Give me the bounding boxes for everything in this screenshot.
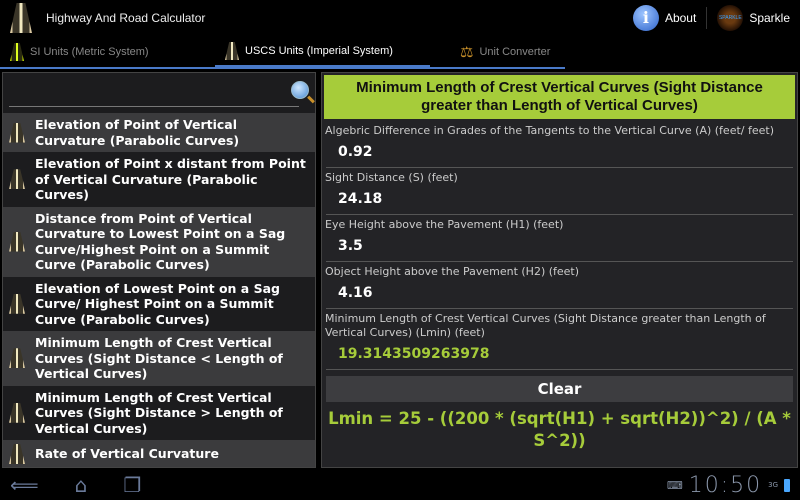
input-a[interactable]: 0.92 xyxy=(326,142,793,168)
road-icon xyxy=(9,348,25,369)
road-icon xyxy=(9,444,25,464)
app-logo-road-icon xyxy=(10,3,32,33)
tab-unit-converter[interactable]: ⚖ Unit Converter xyxy=(430,37,565,67)
calculator-title: Minimum Length of Crest Vertical Curves … xyxy=(324,75,795,119)
road-icon xyxy=(9,231,25,252)
road-icon xyxy=(9,293,25,314)
about-info-icon[interactable]: i xyxy=(632,5,659,31)
field-label-h2: Object Height above the Pavement (H2) (f… xyxy=(325,265,580,278)
list-item[interactable]: Rate of Vertical Curvature xyxy=(3,440,315,467)
divider xyxy=(706,7,708,29)
tab-label: Unit Converter xyxy=(479,46,551,58)
sparkle-logo-icon[interactable]: SPARKLE xyxy=(717,5,744,31)
road-icon xyxy=(9,169,25,190)
tab-bar: SI Units (Metric System) USCS Units (Imp… xyxy=(0,37,565,69)
sparkle-button[interactable]: Sparkle xyxy=(749,11,790,25)
search-icon[interactable] xyxy=(291,81,309,99)
list-item[interactable]: Minimum Length of Crest Vertical Curves … xyxy=(3,386,315,441)
formula-text: Lmin = 25 - ((200 * (sqrt(H1) + sqrt(H2)… xyxy=(328,409,791,450)
input-h2[interactable]: 4.16 xyxy=(326,283,793,309)
road-icon xyxy=(9,122,25,143)
road-icon xyxy=(10,43,24,61)
tab-label: USCS Units (Imperial System) xyxy=(245,45,393,57)
scales-icon: ⚖ xyxy=(460,44,474,61)
field-label-s: Sight Distance (S) (feet) xyxy=(325,171,458,184)
list-item-label: Rate of Vertical Curvature xyxy=(35,446,219,462)
list-item[interactable]: Minimum Length of Crest Vertical Curves … xyxy=(3,331,315,386)
input-h1[interactable]: 3.5 xyxy=(326,236,793,262)
formula-list[interactable]: Elevation of Point of Vertical Curvature… xyxy=(3,113,315,467)
list-item-label: Elevation of Lowest Point on a Sag Curve… xyxy=(35,280,280,327)
result-label: Minimum Length of Crest Vertical Curves … xyxy=(325,312,766,339)
road-icon xyxy=(225,42,239,60)
list-item[interactable]: Distance from Point of Vertical Curvatur… xyxy=(3,206,315,277)
app-title: Highway And Road Calculator xyxy=(46,11,206,25)
list-item-label: Elevation of Point of Vertical Curvature… xyxy=(35,117,240,148)
tab-uscs-units[interactable]: USCS Units (Imperial System) xyxy=(215,37,430,69)
calculator-panel: Minimum Length of Crest Vertical Curves … xyxy=(321,72,798,468)
result-value[interactable]: 19.3143509263978 xyxy=(326,344,793,370)
home-icon[interactable]: ⌂ xyxy=(75,473,88,497)
recent-apps-icon[interactable]: ❐ xyxy=(123,473,141,497)
list-item-label: Elevation of Point x distant from Point … xyxy=(35,156,306,202)
network-3g-icon: 3G xyxy=(768,481,778,489)
field-label-h1: Eye Height above the Pavement (H1) (feet… xyxy=(325,218,564,231)
action-bar: Highway And Road Calculator i About SPAR… xyxy=(0,0,800,36)
list-item-label: Minimum Length of Crest Vertical Curves … xyxy=(35,335,283,381)
formula-list-panel: Elevation of Point of Vertical Curvature… xyxy=(2,72,316,468)
clear-button[interactable]: Clear xyxy=(326,376,793,402)
search-input[interactable] xyxy=(9,106,299,107)
list-item-label: Distance from Point of Vertical Curvatur… xyxy=(35,210,286,273)
battery-icon xyxy=(784,478,790,492)
tab-label: SI Units (Metric System) xyxy=(30,46,149,58)
search-bar[interactable] xyxy=(3,73,315,113)
tab-si-units[interactable]: SI Units (Metric System) xyxy=(0,37,215,67)
list-item[interactable]: Elevation of Point x distant from Point … xyxy=(3,152,315,207)
about-button[interactable]: About xyxy=(665,11,696,25)
list-item-label: Minimum Length of Crest Vertical Curves … xyxy=(35,389,283,436)
list-item[interactable]: Elevation of Lowest Point on a Sag Curve… xyxy=(3,277,315,332)
system-nav-bar: ⟸ ⌂ ❐ ⌨ 10:50 3G xyxy=(0,470,800,500)
clock: 10:50 xyxy=(688,472,763,498)
back-icon[interactable]: ⟸ xyxy=(10,473,39,497)
road-icon xyxy=(9,402,25,423)
keyboard-icon: ⌨ xyxy=(666,478,683,492)
input-s[interactable]: 24.18 xyxy=(326,189,793,215)
list-item[interactable]: Elevation of Point of Vertical Curvature… xyxy=(3,113,315,152)
field-label-a: Algebric Difference in Grades of the Tan… xyxy=(325,124,774,137)
